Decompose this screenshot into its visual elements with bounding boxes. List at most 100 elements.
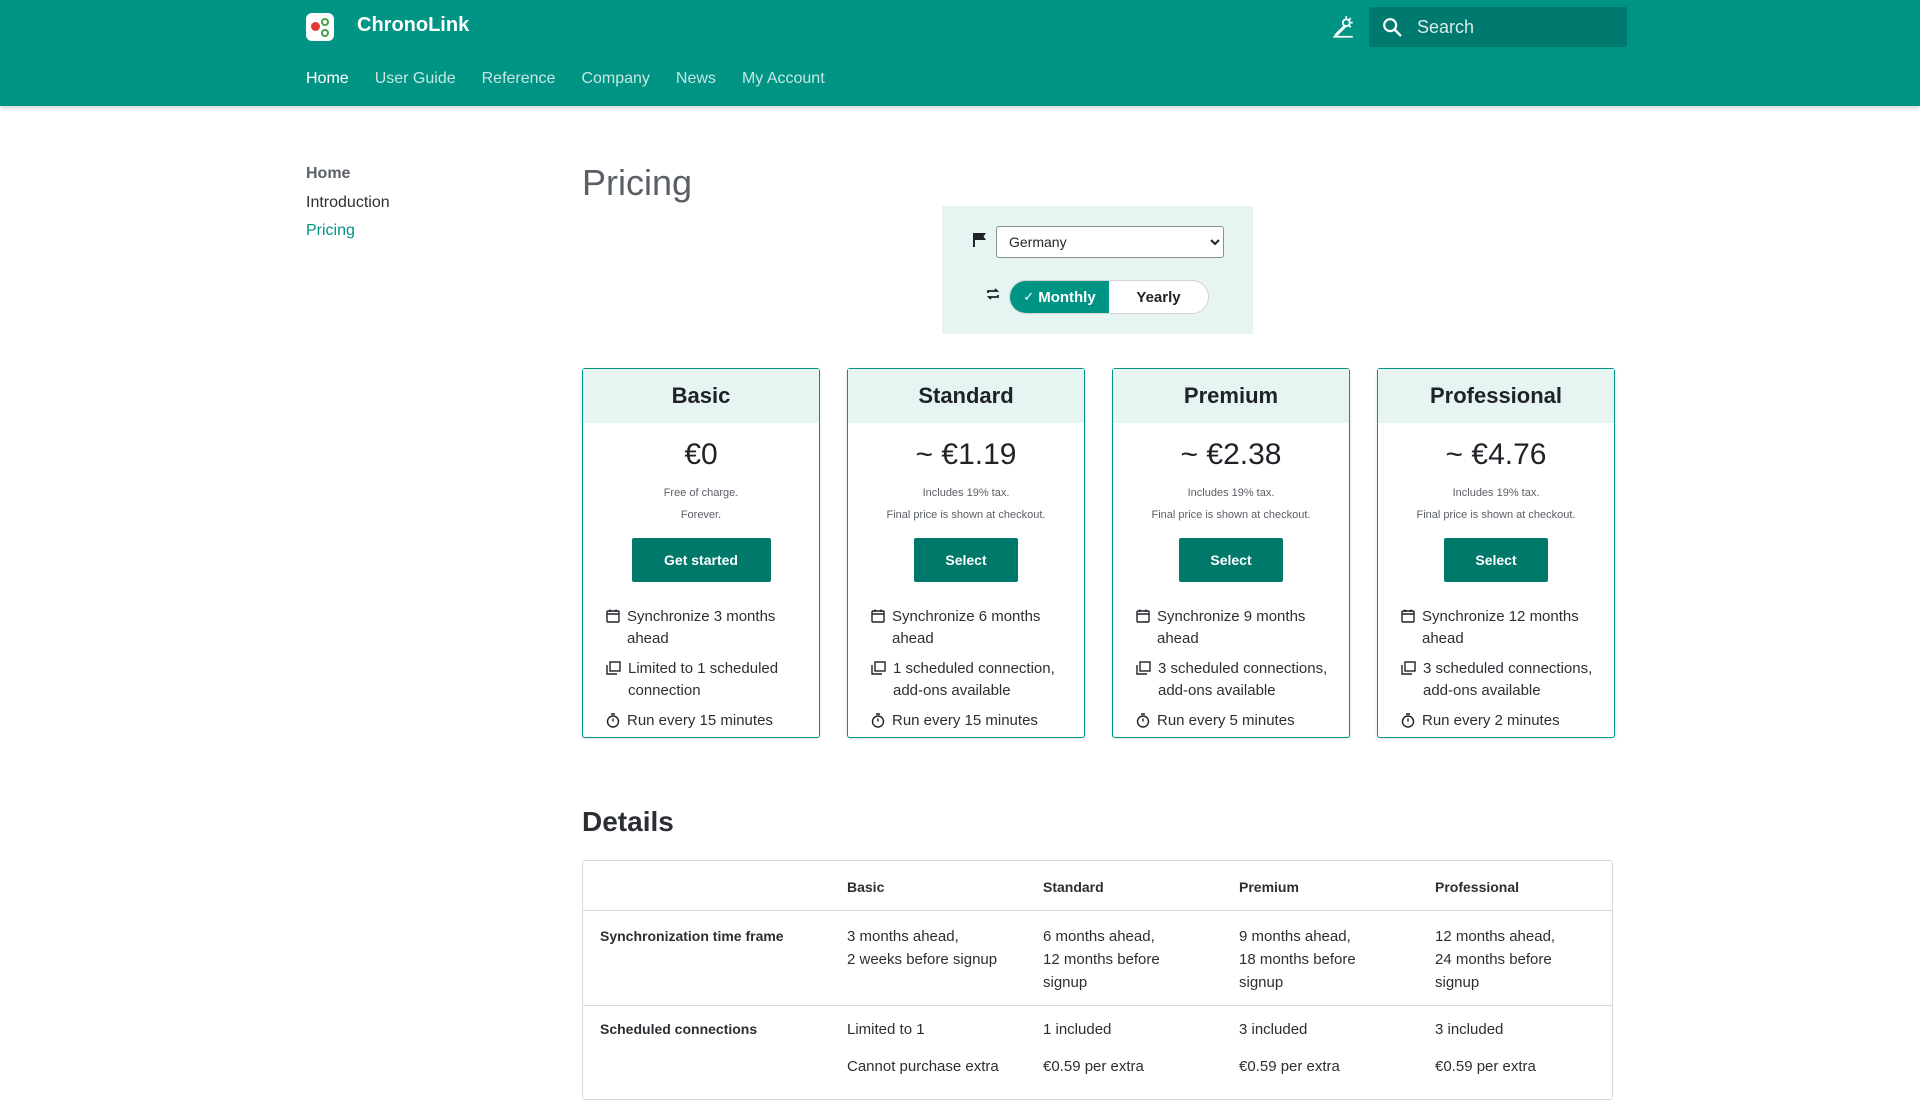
tab-news[interactable]: News bbox=[676, 70, 716, 88]
tab-user-guide[interactable]: User Guide bbox=[375, 70, 456, 88]
table-cell: Limited to 1 bbox=[847, 1021, 925, 1038]
plan-name: Professional bbox=[1378, 369, 1614, 423]
plan-features: Synchronize 3 months ahead Limited to 1 … bbox=[606, 606, 819, 732]
tab-my-account[interactable]: My Account bbox=[742, 70, 825, 88]
main-tabs: Home User Guide Reference Company News M… bbox=[306, 70, 851, 88]
calendar-icon bbox=[606, 609, 620, 623]
feature-text: Run every 15 minutes bbox=[627, 712, 773, 729]
plan-features: Synchronize 12 months ahead 3 scheduled … bbox=[1401, 606, 1614, 732]
timer-icon bbox=[1136, 713, 1150, 728]
feature-item: Synchronize 6 months ahead bbox=[871, 606, 1084, 650]
page-title: Pricing bbox=[582, 162, 693, 203]
plan-price: ~ €4.76 bbox=[1445, 438, 1547, 471]
plan-note-line1: Free of charge. bbox=[663, 487, 739, 499]
search-icon bbox=[1381, 16, 1403, 43]
brand-title[interactable]: ChronoLink bbox=[357, 14, 469, 37]
feature-text: Run every 15 minutes bbox=[892, 712, 1038, 729]
feature-item: Synchronize 3 months ahead bbox=[606, 606, 819, 650]
get-started-button[interactable]: Get started bbox=[631, 538, 771, 582]
search-input[interactable] bbox=[1417, 7, 1617, 47]
table-header-row: Basic Standard Premium Professional bbox=[583, 861, 1612, 911]
connections-icon bbox=[606, 661, 621, 675]
select-premium-button[interactable]: Select bbox=[1179, 538, 1283, 582]
feature-text: Run every 5 minutes bbox=[1157, 712, 1295, 729]
search-box[interactable] bbox=[1369, 7, 1627, 47]
plan-note: Free of charge. Forever. bbox=[583, 482, 819, 526]
feature-item: 1 scheduled connection, add-ons availabl… bbox=[871, 658, 1084, 702]
plan-price: €0 bbox=[684, 438, 718, 471]
table-cell-extra: €0.59 per extra bbox=[1435, 1058, 1536, 1075]
feature-text: Run every 2 minutes bbox=[1422, 712, 1560, 729]
tab-reference[interactable]: Reference bbox=[482, 70, 556, 88]
plan-note-line1: Includes 19% tax. bbox=[1452, 487, 1540, 499]
feature-item: Run every 15 minutes bbox=[606, 710, 819, 732]
table-cell: 3 months ahead, 2 weeks before signup bbox=[847, 928, 998, 968]
plan-note-line2: Final price is shown at checkout. bbox=[886, 509, 1046, 521]
plan-features: Synchronize 6 months ahead 1 scheduled c… bbox=[871, 606, 1084, 732]
feature-item: 3 scheduled connections, add-ons availab… bbox=[1136, 658, 1349, 702]
connections-icon bbox=[1401, 661, 1416, 675]
logo-icon[interactable] bbox=[306, 13, 334, 41]
tab-home[interactable]: Home bbox=[306, 70, 349, 88]
row-header: Synchronization time frame bbox=[600, 928, 784, 944]
feature-text: Synchronize 12 months ahead bbox=[1422, 608, 1579, 647]
plan-note: Includes 19% tax. Final price is shown a… bbox=[848, 482, 1084, 526]
timer-icon bbox=[871, 713, 885, 728]
sidebar-item-pricing[interactable]: Pricing bbox=[306, 222, 390, 240]
plan-card-standard: Standard ~ €1.19 Includes 19% tax. Final… bbox=[847, 368, 1085, 738]
feature-item: Run every 5 minutes bbox=[1136, 710, 1349, 732]
select-professional-button[interactable]: Select bbox=[1444, 538, 1548, 582]
feature-text: Synchronize 3 months ahead bbox=[627, 608, 776, 647]
timer-icon bbox=[1401, 713, 1415, 728]
feature-item: Synchronize 9 months ahead bbox=[1136, 606, 1349, 650]
details-table: Basic Standard Premium Professional Sync… bbox=[582, 860, 1613, 1100]
plan-note-line2: Final price is shown at checkout. bbox=[1416, 509, 1576, 521]
top-header: ChronoLink Home User Guide Reference Com… bbox=[0, 0, 1920, 106]
sidebar-item-introduction[interactable]: Introduction bbox=[306, 194, 390, 212]
details-heading: Details bbox=[582, 806, 674, 837]
sidebar-title[interactable]: Home bbox=[306, 165, 390, 183]
country-select[interactable]: Germany bbox=[996, 226, 1224, 258]
table-row: Synchronization time frame 3 months ahea… bbox=[583, 911, 1612, 1006]
yearly-label: Yearly bbox=[1136, 288, 1181, 306]
plan-price: ~ €1.19 bbox=[915, 438, 1017, 471]
tab-company[interactable]: Company bbox=[581, 70, 649, 88]
select-standard-button[interactable]: Select bbox=[914, 538, 1018, 582]
feature-text: Synchronize 9 months ahead bbox=[1157, 608, 1306, 647]
plan-name: Basic bbox=[583, 369, 819, 423]
pricing-options-panel: Germany ✓ Monthly Yearly bbox=[942, 206, 1253, 334]
theme-toggle-icon[interactable] bbox=[1330, 14, 1356, 40]
feature-text: Synchronize 6 months ahead bbox=[892, 608, 1041, 647]
calendar-icon bbox=[871, 609, 885, 623]
table-cell: 6 months ahead, 12 months before signup bbox=[1043, 928, 1160, 991]
feature-item: Run every 15 minutes bbox=[871, 710, 1084, 732]
table-cell: 3 included bbox=[1239, 1021, 1308, 1038]
calendar-icon bbox=[1401, 609, 1415, 623]
monthly-label: Monthly bbox=[1038, 288, 1096, 306]
plan-features: Synchronize 9 months ahead 3 scheduled c… bbox=[1136, 606, 1349, 732]
feature-item: Synchronize 12 months ahead bbox=[1401, 606, 1614, 650]
column-header: Standard bbox=[1043, 879, 1104, 895]
column-header: Professional bbox=[1435, 879, 1520, 895]
feature-text: Limited to 1 scheduled connection bbox=[628, 660, 779, 699]
column-header: Basic bbox=[847, 879, 885, 895]
table-cell-extra: €0.59 per extra bbox=[1043, 1058, 1144, 1075]
yearly-option[interactable]: Yearly bbox=[1109, 281, 1208, 313]
flag-icon bbox=[973, 232, 987, 253]
plan-card-premium: Premium ~ €2.38 Includes 19% tax. Final … bbox=[1112, 368, 1350, 738]
plan-card-basic: Basic €0 Free of charge. Forever. Get st… bbox=[582, 368, 820, 738]
table-cell-extra: Cannot purchase extra bbox=[847, 1058, 999, 1075]
feature-item: Limited to 1 scheduled connection bbox=[606, 658, 819, 702]
monthly-option[interactable]: ✓ Monthly bbox=[1010, 281, 1109, 313]
table-cell: 3 included bbox=[1435, 1021, 1504, 1038]
plan-note-line2: Final price is shown at checkout. bbox=[1151, 509, 1311, 521]
feature-item: 3 scheduled connections, add-ons availab… bbox=[1401, 658, 1614, 702]
table-cell-extra: €0.59 per extra bbox=[1239, 1058, 1340, 1075]
plan-note-line1: Includes 19% tax. bbox=[1187, 487, 1275, 499]
row-header: Scheduled connections bbox=[600, 1021, 758, 1037]
plan-note: Includes 19% tax. Final price is shown a… bbox=[1113, 482, 1349, 526]
table-cell: 12 months ahead, 24 months before signup bbox=[1435, 928, 1556, 991]
plan-name: Premium bbox=[1113, 369, 1349, 423]
feature-text: 3 scheduled connections, add-ons availab… bbox=[1423, 660, 1593, 699]
connections-icon bbox=[871, 661, 886, 675]
